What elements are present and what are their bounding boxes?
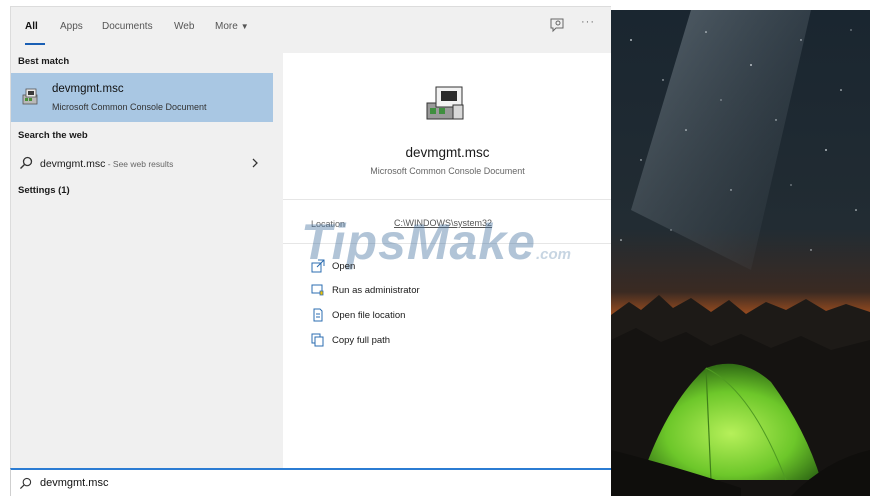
open-icon [311, 259, 325, 273]
search-icon [20, 156, 33, 169]
tab-web[interactable]: Web [174, 21, 194, 32]
device-manager-icon [426, 86, 464, 120]
console-document-icon [22, 88, 38, 105]
tab-apps[interactable]: Apps [60, 21, 83, 32]
chevron-right-icon[interactable] [251, 158, 259, 168]
file-location-icon [313, 308, 323, 322]
action-open[interactable]: Open [299, 257, 589, 277]
screenshot-frame: All Apps Documents Web More ▼ ··· Best ma… [0, 0, 870, 496]
action-open-file-location[interactable]: Open file location [299, 306, 589, 326]
action-open-label: Open [332, 261, 356, 272]
active-tab-indicator [25, 43, 45, 45]
detail-title: devmgmt.msc [405, 145, 490, 160]
feedback-icon[interactable] [549, 17, 565, 33]
settings-heading[interactable]: Settings (1) [18, 185, 70, 196]
action-run-as-admin[interactable]: Run as administrator [299, 281, 589, 301]
details-divider-top [283, 199, 612, 200]
location-link[interactable]: C:\WINDOWS\system32 [394, 218, 492, 228]
action-run-as-admin-label: Run as administrator [332, 285, 420, 296]
action-copy-full-path-label: Copy full path [332, 335, 391, 346]
taskbar-search-box[interactable] [10, 468, 611, 496]
more-options-icon[interactable]: ··· [581, 16, 595, 28]
search-input[interactable] [40, 473, 600, 493]
tab-more[interactable]: More ▼ [215, 21, 249, 32]
web-query: devmgmt.msc [40, 158, 106, 170]
best-match-subtitle: Microsoft Common Console Document [52, 102, 207, 112]
best-match-result[interactable]: devmgmt.msc Microsoft Common Console Doc… [11, 73, 273, 122]
search-tabs: All Apps Documents Web More ▼ ··· [11, 7, 612, 47]
run-as-admin-icon [311, 284, 324, 296]
web-search-result[interactable]: devmgmt.msc - See web results [11, 151, 273, 177]
search-icon [19, 477, 32, 490]
start-search-panel: All Apps Documents Web More ▼ ··· Best ma… [10, 6, 612, 469]
copy-path-icon [311, 333, 324, 347]
tab-more-label: More [215, 21, 238, 32]
web-suffix: - See web results [105, 159, 174, 169]
action-copy-full-path[interactable]: Copy full path [299, 331, 589, 351]
results-list: Best match devmgmt.msc Microsoft Common … [11, 47, 273, 469]
detail-subtitle: Microsoft Common Console Document [370, 166, 525, 176]
search-web-heading: Search the web [18, 130, 88, 141]
desktop-wallpaper [611, 10, 870, 496]
night-sky-tent-image [611, 10, 870, 496]
web-result-text: devmgmt.msc - See web results [40, 158, 173, 170]
tab-documents[interactable]: Documents [102, 21, 153, 32]
location-label: Location [311, 219, 346, 229]
best-match-heading: Best match [18, 56, 70, 67]
tab-all[interactable]: All [25, 21, 38, 32]
action-open-file-location-label: Open file location [332, 310, 406, 321]
details-pane: devmgmt.msc Microsoft Common Console Doc… [283, 53, 612, 469]
caret-down-icon: ▼ [240, 22, 249, 31]
best-match-title: devmgmt.msc [52, 83, 124, 95]
details-divider-bottom [283, 243, 612, 244]
